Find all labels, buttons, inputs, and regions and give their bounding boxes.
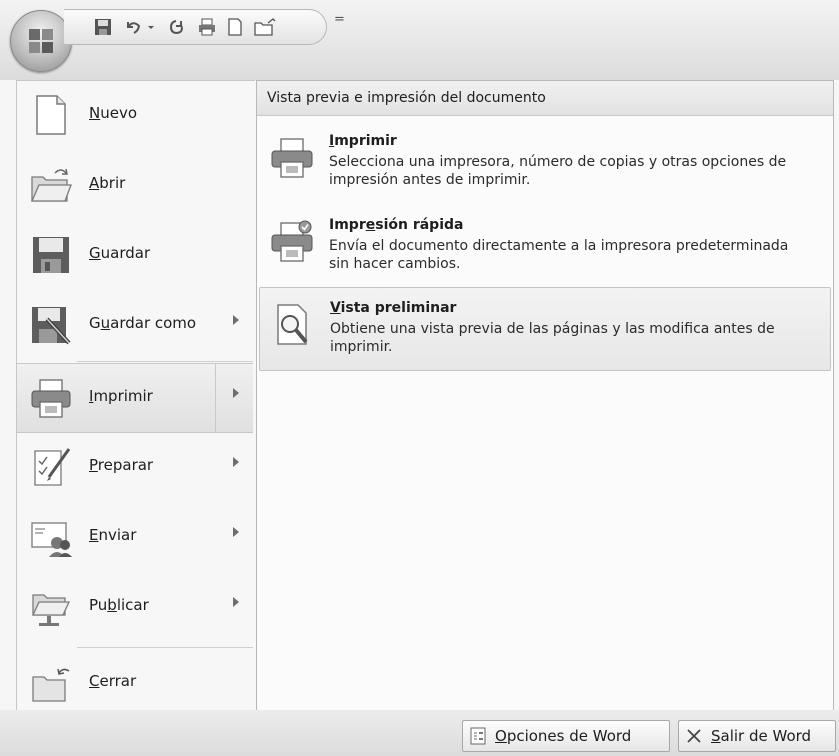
quick-access-toolbar xyxy=(64,9,327,45)
option-impresion-rapida[interactable]: Impresión rápida Envía el documento dire… xyxy=(259,205,829,287)
menu-item-cerrar[interactable]: Cerrar xyxy=(17,649,253,717)
options-icon xyxy=(470,727,486,745)
title-bar: = xyxy=(0,0,839,80)
menu-item-label: Abrir xyxy=(89,174,126,192)
undo-dropdown-icon[interactable] xyxy=(146,18,156,36)
office-menu: Nuevo Abrir Guardar Guardar como Imprimi… xyxy=(16,80,255,712)
office-logo-icon xyxy=(29,29,53,53)
printer-icon xyxy=(31,379,71,418)
submenu-arrow-icon xyxy=(233,457,239,467)
redo-icon[interactable] xyxy=(168,18,186,36)
menu-item-label: Nuevo xyxy=(89,104,138,122)
save-as-icon xyxy=(32,307,71,345)
menu-item-label: Preparar xyxy=(89,456,154,474)
menu-item-guardar[interactable]: Guardar xyxy=(17,221,253,289)
option-description: Envía el documento directamente a la imp… xyxy=(329,238,789,272)
close-icon xyxy=(687,729,701,743)
menu-item-label: Imprimir xyxy=(89,387,153,405)
menu-item-label: Guardar xyxy=(89,244,151,262)
menu-item-preparar[interactable]: Preparar xyxy=(17,433,253,501)
menu-item-label: Publicar xyxy=(89,596,149,614)
save-icon[interactable] xyxy=(94,18,112,36)
option-description: Obtiene una vista previa de las páginas … xyxy=(330,321,775,355)
menu-item-label: Guardar como xyxy=(89,314,197,332)
panel-header: Vista previa e impresión del documento xyxy=(257,81,833,116)
office-button[interactable] xyxy=(10,10,72,72)
option-title: Vista preliminar xyxy=(330,300,457,316)
menu-bottom-bar: Opciones de Word Salir de Word xyxy=(0,710,839,756)
menu-separator xyxy=(77,647,253,648)
prepare-icon xyxy=(34,448,71,486)
submenu-arrow-icon xyxy=(233,527,239,537)
split-divider xyxy=(215,364,216,432)
menu-item-label: Cerrar xyxy=(89,672,137,690)
button-label: Opciones de Word xyxy=(495,727,632,745)
menu-item-enviar[interactable]: Enviar xyxy=(17,503,253,571)
option-title: Imprimir xyxy=(329,133,397,149)
menu-item-abrir[interactable]: Abrir xyxy=(17,151,253,219)
new-document-icon xyxy=(36,95,66,135)
panel-title: Vista previa e impresión del documento xyxy=(267,90,546,106)
quick-print-icon xyxy=(271,220,313,262)
send-icon xyxy=(31,522,72,557)
option-title: Impresión rápida xyxy=(329,217,464,233)
printer-icon xyxy=(271,138,313,178)
option-description: Selecciona una impresora, número de copi… xyxy=(329,154,787,188)
submenu-arrow-icon xyxy=(233,315,239,325)
submenu-arrow-icon xyxy=(233,597,239,607)
option-imprimir[interactable]: Imprimir Selecciona una impresora, númer… xyxy=(259,121,829,203)
open-icon[interactable] xyxy=(254,18,276,36)
option-vista-preliminar[interactable]: Vista preliminar Obtiene una vista previ… xyxy=(259,287,831,371)
customize-toolbar-button[interactable]: = xyxy=(334,12,345,27)
button-label: Salir de Word xyxy=(711,727,812,745)
menu-item-label: Enviar xyxy=(89,526,137,544)
undo-icon[interactable] xyxy=(124,18,142,36)
save-disk-icon xyxy=(33,237,69,273)
menu-item-nuevo[interactable]: Nuevo xyxy=(17,81,253,149)
menu-item-guardar-como[interactable]: Guardar como xyxy=(17,291,253,359)
print-preview-icon xyxy=(277,304,308,345)
close-document-icon xyxy=(32,668,70,702)
menu-separator xyxy=(77,361,253,362)
menu-item-imprimir[interactable]: Imprimir xyxy=(17,363,253,433)
print-icon[interactable] xyxy=(198,18,216,36)
publish-icon xyxy=(31,594,71,626)
menu-item-publicar[interactable]: Publicar xyxy=(17,573,253,641)
new-document-icon[interactable] xyxy=(226,18,244,36)
word-options-button[interactable]: Opciones de Word xyxy=(462,720,670,752)
submenu-arrow-icon[interactable] xyxy=(233,388,239,398)
open-folder-icon xyxy=(31,168,72,202)
print-submenu-panel: Vista previa e impresión del documento I… xyxy=(256,80,834,712)
exit-word-button[interactable]: Salir de Word xyxy=(678,720,836,752)
